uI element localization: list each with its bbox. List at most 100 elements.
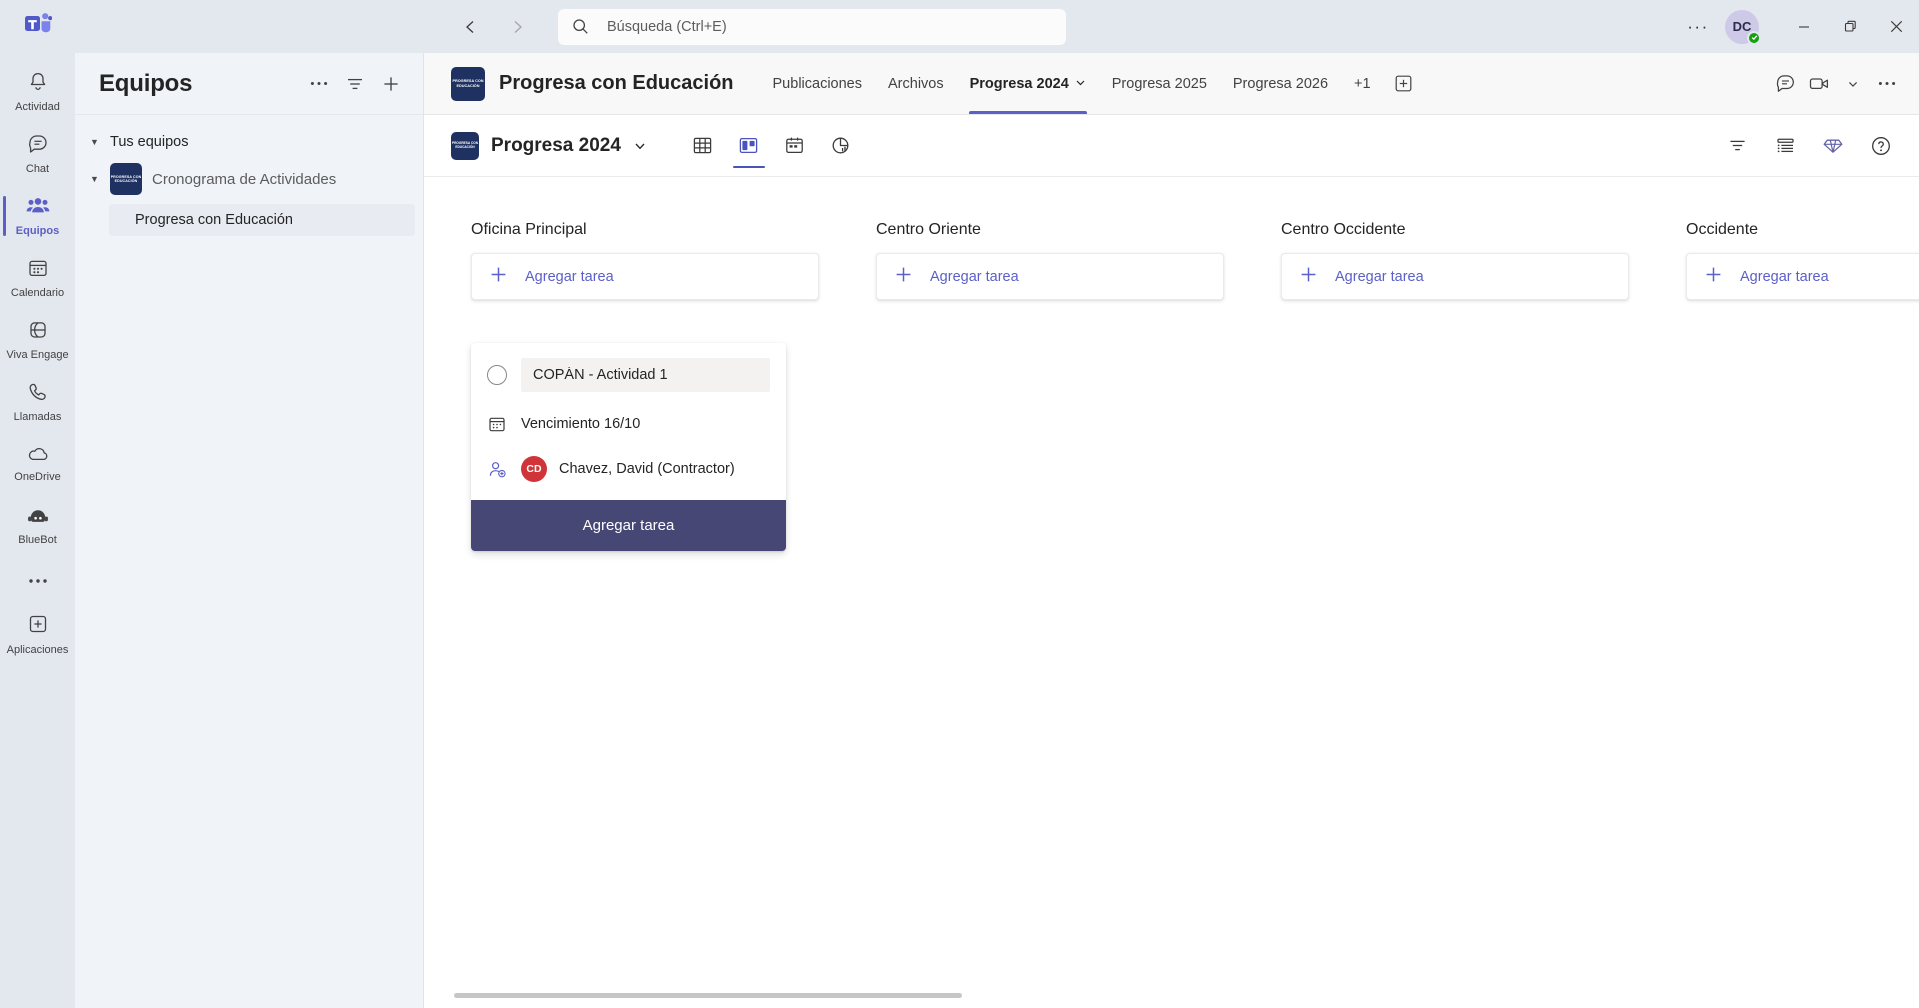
schedule-calendar-icon[interactable] (775, 115, 815, 176)
channel-avatar-line2: EDUCACIÓN (456, 83, 480, 88)
view-switcher (683, 115, 861, 176)
bucket-title: Occidente (1686, 221, 1759, 238)
people-icon (26, 195, 50, 222)
titlebar-more-button[interactable]: ··· (1681, 11, 1715, 43)
teams-more-options-button[interactable] (303, 68, 335, 100)
chat-icon[interactable] (1769, 68, 1801, 100)
more-dots-icon (27, 571, 49, 589)
calendar-icon (27, 257, 49, 284)
channel-header: PROGRESA CON EDUCACIÓN Progresa con Educ… (424, 53, 1919, 115)
sidebar-item-label: Viva Engage (6, 348, 69, 361)
add-task-button[interactable]: Agregar tarea (471, 253, 819, 300)
add-task-label: Agregar tarea (525, 268, 614, 285)
group-by-icon[interactable] (1769, 130, 1801, 162)
search-icon (572, 18, 589, 35)
plus-icon (490, 266, 507, 288)
tab-label: Progresa 2026 (1232, 75, 1329, 92)
sidebar-item-actividad[interactable]: Actividad (0, 61, 75, 123)
sidebar-item-onedrive[interactable]: OneDrive (0, 433, 75, 495)
add-task-button[interactable]: Agregar tarea (876, 253, 1224, 300)
close-button[interactable] (1873, 0, 1919, 53)
teams-panel-header: Equipos (75, 53, 423, 115)
sidebar-item-label: OneDrive (14, 470, 61, 483)
video-call-icon[interactable] (1803, 68, 1835, 100)
plan-name: Progresa 2024 (491, 134, 621, 156)
search-input[interactable]: Búsqueda (Ctrl+E) (607, 19, 727, 35)
chevron-down-icon[interactable] (1837, 68, 1869, 100)
cloud-icon (26, 445, 50, 468)
tab-progresa-2024[interactable]: Progresa 2024 (957, 53, 1099, 114)
bucket-centro-occidente: Centro Occidente Agregar tarea (1281, 221, 1639, 1008)
sidebar-item-calendario[interactable]: Calendario (0, 247, 75, 309)
premium-icon[interactable] (1817, 130, 1849, 162)
sidebar-item-label: Chat (25, 162, 50, 175)
charts-icon[interactable] (821, 115, 861, 176)
search-bar[interactable]: Búsqueda (Ctrl+E) (558, 8, 1066, 45)
tab-archivos[interactable]: Archivos (875, 53, 957, 114)
channel-item-progresa-con-educacion[interactable]: Progresa con Educación (109, 204, 415, 236)
bucket-title: Centro Occidente (1281, 221, 1406, 238)
sidebar-item-bluebot[interactable]: BlueBot (0, 495, 75, 557)
tab-overflow-count[interactable]: +1 (1341, 53, 1384, 114)
help-icon[interactable] (1865, 130, 1897, 162)
calendar-icon (487, 415, 507, 433)
add-task-label: Agregar tarea (1740, 268, 1829, 285)
plus-icon (1300, 266, 1317, 288)
filter-teams-button[interactable] (339, 68, 371, 100)
restore-button[interactable] (1827, 0, 1873, 53)
chevron-down-icon[interactable] (1075, 76, 1086, 92)
grid-icon[interactable] (683, 115, 723, 176)
teams-panel-actions (303, 68, 407, 100)
app-shell: Actividad Chat Equipos Calendario Viva E… (0, 53, 1919, 1008)
new-task-composer: Vencimiento 16/10 CD Chavez, David (Cont… (471, 343, 786, 551)
bucket-title: Oficina Principal (471, 221, 587, 238)
sidebar-item-llamadas[interactable]: Llamadas (0, 371, 75, 433)
assignee-avatar: CD (521, 456, 547, 482)
tab-label: Progresa 2025 (1111, 75, 1207, 92)
avatar[interactable]: DC (1725, 9, 1761, 45)
task-complete-checkbox-icon[interactable] (487, 365, 507, 385)
sidebar-item-chat[interactable]: Chat (0, 123, 75, 185)
plus-icon (1705, 266, 1722, 288)
add-task-button[interactable]: Agregar tarea (1686, 253, 1919, 300)
sidebar-item-equipos[interactable]: Equipos (0, 185, 75, 247)
scrollbar-thumb[interactable] (454, 993, 962, 998)
back-button[interactable] (455, 11, 487, 43)
scrollbar-track[interactable] (436, 993, 1907, 998)
tab-label: Publicaciones (772, 75, 862, 92)
tab-publicaciones[interactable]: Publicaciones (760, 53, 875, 114)
bell-icon (27, 71, 49, 98)
phone-icon (27, 381, 49, 408)
task-assignee-row[interactable]: CD Chavez, David (Contractor) (471, 446, 786, 492)
more-options-icon[interactable] (1871, 68, 1903, 100)
apps-plus-icon (26, 612, 50, 641)
minimize-button[interactable] (1781, 0, 1827, 53)
bucket-centro-oriente: Centro Oriente Agregar tarea (876, 221, 1234, 1008)
plan-avatar-line2: EDUCACIÓN (455, 144, 475, 149)
submit-add-task-button[interactable]: Agregar tarea (471, 500, 786, 551)
add-team-button[interactable] (375, 68, 407, 100)
team-item-cronograma[interactable]: ▼ PROGRESA CON EDUCACIÓN Cronograma de A… (75, 157, 415, 201)
board-icon[interactable] (729, 115, 769, 176)
teams-group-header[interactable]: ▼ Tus equipos (75, 129, 423, 155)
task-due-date-label: Vencimiento 16/10 (521, 415, 641, 432)
plan-menu-chevron-down-icon[interactable] (633, 139, 647, 153)
titlebar-right-controls: ··· DC (1681, 0, 1919, 53)
tab-progresa-2025[interactable]: Progresa 2025 (1099, 53, 1220, 114)
sidebar-item-viva-engage[interactable]: Viva Engage (0, 309, 75, 371)
tab-progresa-2026[interactable]: Progresa 2026 (1220, 53, 1341, 114)
add-task-label: Agregar tarea (1335, 268, 1424, 285)
board-horizontal-scrollbar[interactable] (424, 990, 1919, 1000)
rail-more-button[interactable] (0, 557, 75, 603)
add-tab-button[interactable] (1388, 68, 1420, 100)
sidebar-item-label: Llamadas (13, 410, 62, 423)
add-task-label: Agregar tarea (930, 268, 1019, 285)
task-due-date-row[interactable]: Vencimiento 16/10 (471, 401, 786, 446)
add-task-button[interactable]: Agregar tarea (1281, 253, 1629, 300)
task-title-input[interactable] (521, 358, 770, 392)
forward-button[interactable] (501, 11, 533, 43)
sidebar-item-aplicaciones[interactable]: Aplicaciones (0, 603, 75, 665)
plus-icon (895, 266, 912, 288)
filter-icon[interactable] (1721, 130, 1753, 162)
title-bar: Búsqueda (Ctrl+E) ··· DC (0, 0, 1919, 53)
